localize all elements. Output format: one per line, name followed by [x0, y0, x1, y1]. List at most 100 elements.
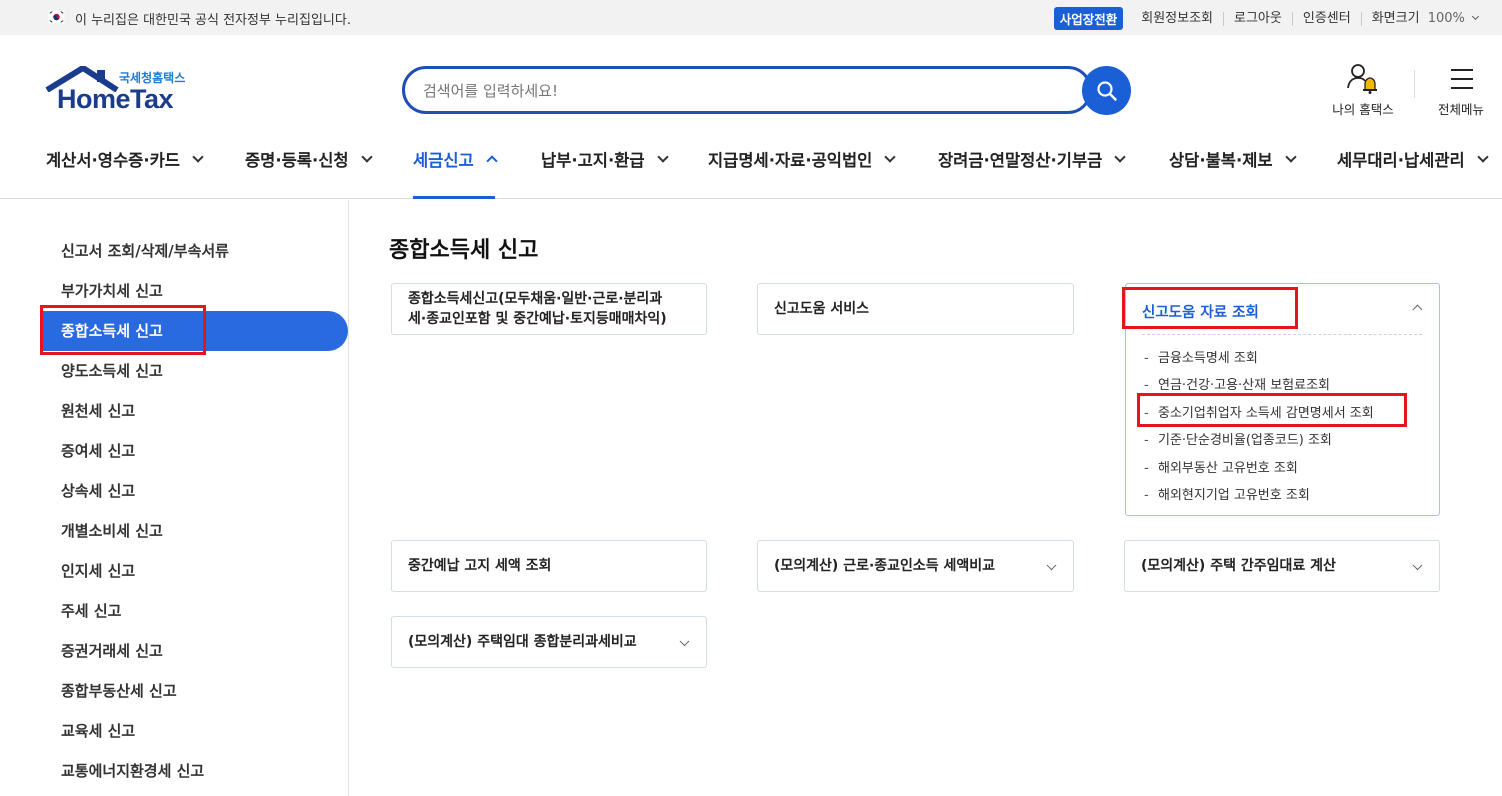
logo-title: HomeTax — [57, 84, 174, 114]
card-label: 신고도움 서비스 — [774, 301, 870, 317]
gnb-tax-agent[interactable]: 세무대리·납세관리 — [1337, 147, 1489, 171]
card-label: 중간예납 고지 세액 조회 — [408, 558, 552, 574]
gov-notice-bar: 이 누리집은 대한민국 공식 전자정부 누리집입니다. 사업장전환 회원정보조회… — [0, 0, 1502, 35]
biz-switch-button[interactable]: 사업장전환 — [1053, 7, 1124, 30]
sub-item-expense-rate[interactable]: - 기준·단순경비율(업종코드) 조회 — [1144, 429, 1332, 448]
sidebar-item-traffic-energy[interactable]: 교통에너지환경세 신고 — [61, 760, 204, 781]
sidebar-item-inheritance[interactable]: 상속세 신고 — [61, 480, 135, 501]
sub-item-label: 기준·단순경비율(업종코드) 조회 — [1158, 433, 1332, 448]
chevron-down-icon — [1284, 150, 1297, 163]
card-income-tax-filing[interactable]: 종합소득세신고(모두채움·일반·근로·분리과 세·종교인포함 및 중간예납·토지… — [391, 283, 707, 335]
sidebar — [0, 200, 349, 796]
sidebar-item-liquor[interactable]: 주세 신고 — [61, 600, 121, 621]
gnb-label: 상담·불복·제보 — [1169, 151, 1273, 170]
chevron-up-icon[interactable] — [1412, 304, 1423, 315]
my-hometax-label: 나의 홈택스 — [1332, 102, 1394, 117]
sidebar-item-stamp[interactable]: 인지세 신고 — [61, 560, 135, 581]
sub-item-label: 금융소득명세 조회 — [1158, 351, 1258, 366]
zoom-value: 100% — [1427, 10, 1465, 26]
sidebar-item-gift-tax[interactable]: 증여세 신고 — [61, 440, 135, 461]
gnb-label: 증명·등록·신청 — [245, 151, 349, 170]
sidebar-item-property[interactable]: 종합부동산세 신고 — [61, 680, 177, 701]
gnb-label: 계산서·영수증·카드 — [46, 151, 180, 170]
sidebar-item-consumption[interactable]: 개별소비세 신고 — [61, 520, 163, 541]
card-filing-help[interactable]: 신고도움 서비스 — [757, 283, 1074, 335]
hamburger-icon — [1451, 69, 1473, 89]
bullet-icon: - — [1144, 378, 1149, 393]
global-nav: 계산서·영수증·카드 증명·등록·신청 세금신고 납부·고지·환급 지급명세·자… — [0, 135, 1502, 199]
card-simulation-labor[interactable]: (모의계산) 근로·종교인소득 세액비교 — [757, 540, 1074, 592]
chevron-down-icon — [360, 150, 373, 163]
sidebar-item-withholding[interactable]: 원천세 신고 — [61, 400, 135, 421]
divider — [1142, 334, 1422, 335]
card-label: (모의계산) 근로·종교인소득 세액비교 — [774, 558, 996, 574]
gnb-label: 지급명세·자료·공익법인 — [708, 151, 873, 170]
gnb-invoice[interactable]: 계산서·영수증·카드 — [46, 147, 204, 171]
sub-item-label: 해외부동산 고유번호 조회 — [1158, 461, 1298, 476]
chevron-down-icon — [656, 150, 669, 163]
gnb-statements[interactable]: 지급명세·자료·공익법인 — [708, 147, 897, 171]
bullet-icon: - — [1144, 433, 1149, 448]
gnb-certificate[interactable]: 증명·등록·신청 — [245, 147, 373, 171]
highlight-box — [1122, 287, 1298, 329]
sidebar-item-capital-gains[interactable]: 양도소득세 신고 — [61, 360, 163, 381]
chevron-down-icon — [192, 150, 204, 163]
korea-flag-icon — [48, 10, 65, 24]
all-menu-button[interactable]: 전체메뉴 — [1430, 62, 1492, 120]
card-simulation-housing-lease[interactable]: (모의계산) 주택임대 종합분리과세비교 — [391, 616, 707, 668]
my-hometax-button[interactable]: 나의 홈택스 — [1322, 62, 1404, 120]
page-title: 종합소득세 신고 — [389, 238, 539, 263]
gnb-label: 납부·고지·환급 — [541, 151, 645, 170]
logout-link[interactable]: 로그아웃 — [1223, 11, 1292, 26]
card-simulation-housing-rent[interactable]: (모의계산) 주택 간주임대료 계산 — [1124, 540, 1440, 592]
sidebar-item-vat[interactable]: 부가가치세 신고 — [61, 280, 163, 301]
card-label: 종합소득세신고(모두채움·일반·근로·분리과 세·종교인포함 및 중간예납·토지… — [408, 289, 667, 329]
bullet-icon: - — [1144, 461, 1149, 476]
chevron-down-icon — [1412, 560, 1423, 571]
sub-item-label: 해외현지기업 고유번호 조회 — [1158, 488, 1310, 503]
header-divider — [1414, 70, 1415, 98]
all-menu-label: 전체메뉴 — [1437, 102, 1484, 117]
card-label-line1: 종합소득세신고(모두채움·일반·근로·분리과 — [408, 291, 663, 307]
sidebar-item-return-inquiry[interactable]: 신고서 조회/삭제/부속서류 — [61, 240, 229, 261]
card-label: (모의계산) 주택임대 종합분리과세비교 — [408, 634, 637, 650]
gnb-label: 장려금·연말정산·기부금 — [938, 151, 1103, 170]
sidebar-item-securities[interactable]: 증권거래세 신고 — [61, 640, 163, 661]
utility-links: 사업장전환 회원정보조회 로그아웃 인증센터 화면크기 100% — [1053, 7, 1488, 30]
zoom-control[interactable]: 화면크기 100% — [1360, 10, 1488, 26]
gnb-incentive[interactable]: 장려금·연말정산·기부금 — [938, 147, 1127, 171]
chevron-down-icon — [679, 636, 690, 647]
gnb-consulting[interactable]: 상담·불복·제보 — [1169, 147, 1297, 171]
highlight-box — [1137, 393, 1407, 427]
sidebar-item-education[interactable]: 교육세 신고 — [61, 720, 135, 741]
chevron-up-icon — [486, 155, 498, 167]
chevron-down-icon — [884, 150, 897, 163]
gnb-active-indicator — [413, 196, 495, 199]
gnb-tax-filing[interactable]: 세금신고 — [413, 147, 498, 171]
bullet-icon: - — [1144, 351, 1149, 366]
sub-item-label: 연금·건강·고용·산재 보험료조회 — [1158, 378, 1331, 393]
chevron-down-icon — [1046, 560, 1057, 571]
hometax-logo[interactable]: 국세청홈택스 HomeTax — [45, 66, 205, 118]
member-info-link[interactable]: 회원정보조회 — [1133, 11, 1223, 26]
highlight-box — [40, 305, 206, 355]
user-bell-icon — [1347, 64, 1377, 94]
search-box — [402, 66, 1092, 114]
sub-item-overseas-company[interactable]: - 해외현지기업 고유번호 조회 — [1144, 484, 1310, 503]
chevron-down-icon — [1114, 150, 1127, 163]
gnb-label: 세무대리·납세관리 — [1337, 151, 1465, 170]
chevron-down-icon — [1471, 12, 1480, 20]
sub-item-insurance[interactable]: - 연금·건강·고용·산재 보험료조회 — [1144, 374, 1330, 393]
gnb-label: 세금신고 — [413, 151, 474, 170]
sub-item-financial-income[interactable]: - 금융소득명세 조회 — [1144, 347, 1258, 366]
search-icon — [1096, 80, 1117, 101]
zoom-label: 화면크기 — [1371, 10, 1420, 26]
search-button[interactable] — [1082, 66, 1131, 115]
gnb-payment[interactable]: 납부·고지·환급 — [541, 147, 669, 171]
card-interim-prepayment[interactable]: 중간예납 고지 세액 조회 — [391, 540, 707, 592]
sub-item-overseas-property[interactable]: - 해외부동산 고유번호 조회 — [1144, 457, 1298, 476]
cert-center-link[interactable]: 인증센터 — [1291, 11, 1361, 26]
card-label: (모의계산) 주택 간주임대료 계산 — [1141, 558, 1336, 574]
search-input[interactable] — [423, 79, 1063, 103]
card-label-line2: 세·종교인포함 및 중간예납·토지등매매차익) — [408, 311, 667, 327]
